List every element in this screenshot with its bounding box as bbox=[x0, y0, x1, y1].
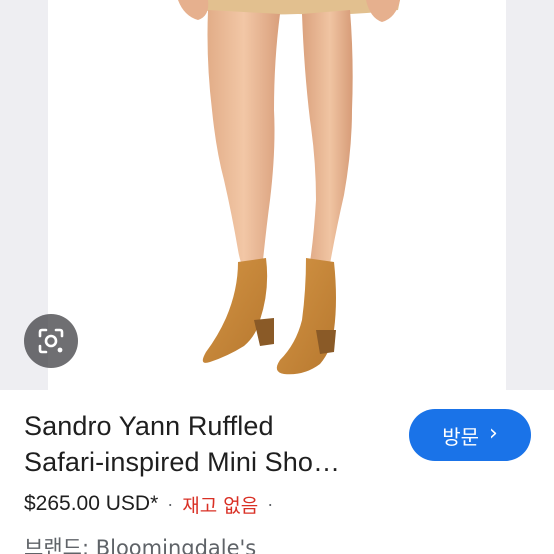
price: $265.00 USD* bbox=[24, 492, 159, 515]
brand-line: 브랜드: Bloomingdale's bbox=[24, 536, 257, 554]
product-detail-screen: Sandro Yann Ruffled Safari-inspired Mini… bbox=[0, 0, 554, 554]
separator-dot: · bbox=[267, 493, 274, 514]
separator-dot: · bbox=[167, 493, 174, 514]
stock-status: 재고 없음 bbox=[182, 494, 259, 517]
product-info-panel: Sandro Yann Ruffled Safari-inspired Mini… bbox=[0, 390, 554, 554]
product-title[interactable]: Sandro Yann Ruffled Safari-inspired Mini… bbox=[24, 408, 394, 480]
google-lens-icon bbox=[38, 328, 64, 354]
product-image-card[interactable] bbox=[48, 0, 506, 390]
price-row: $265.00 USD* · 재고 없음 · bbox=[24, 490, 282, 518]
product-image-area bbox=[0, 0, 554, 390]
product-photo bbox=[178, 0, 400, 375]
chevron-right-icon: › bbox=[489, 421, 498, 446]
visit-button[interactable]: 방문 › bbox=[409, 409, 531, 461]
product-title-line-1: Sandro Yann Ruffled bbox=[24, 411, 274, 441]
visit-button-label: 방문 bbox=[442, 424, 479, 449]
product-title-line-2: Safari-inspired Mini Sho… bbox=[24, 447, 341, 477]
google-lens-button[interactable] bbox=[24, 314, 78, 368]
